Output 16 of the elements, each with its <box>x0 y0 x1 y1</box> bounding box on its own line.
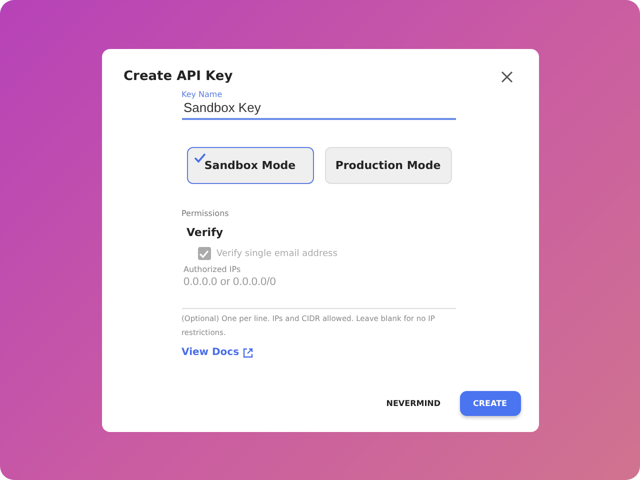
mode-option[interactable]: Sandbox Mode <box>186 147 314 184</box>
nevermind-button[interactable]: NEVERMIND <box>382 395 444 412</box>
dialog-title: Create API Key <box>124 69 233 84</box>
external-link-icon <box>243 348 254 358</box>
permission-group-title: Verify <box>186 226 224 239</box>
key-name-field[interactable]: Key Name Sandbox Key <box>182 90 456 120</box>
key-name-label: Key Name <box>182 90 224 99</box>
permission-label: Verify single email address <box>216 248 338 258</box>
view-docs-link[interactable]: View Docs <box>182 347 254 358</box>
permissions-label: Permissions <box>182 209 230 218</box>
create-button[interactable]: CREATE <box>460 391 520 416</box>
authorized-ips-field[interactable]: 0.0.0.0 or 0.0.0.0/0 <box>182 274 456 309</box>
check-icon <box>194 153 206 163</box>
mode-option[interactable]: Production Mode <box>324 147 452 184</box>
close-icon[interactable] <box>500 70 512 82</box>
authorized-ips-label: Authorized IPs <box>182 265 242 274</box>
